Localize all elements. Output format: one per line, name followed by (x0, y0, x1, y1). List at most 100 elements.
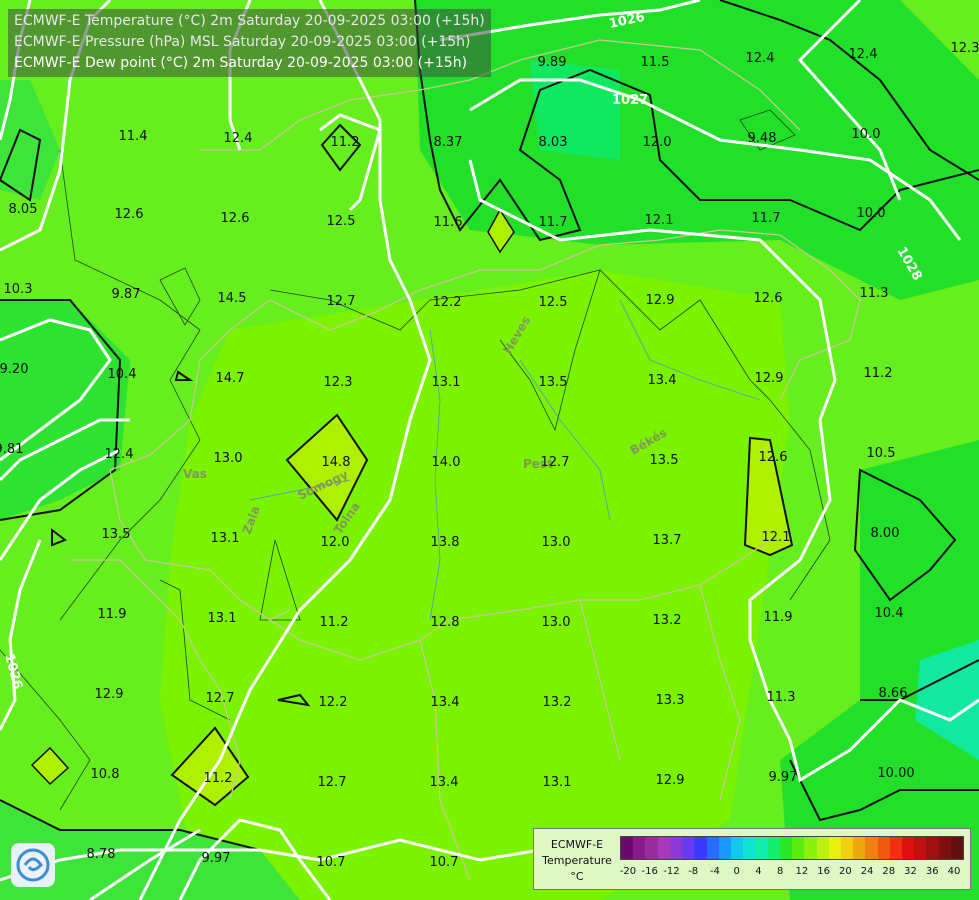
temperature-value-label: 9.81 (0, 442, 23, 457)
temperature-value-label: 12.1 (762, 530, 791, 545)
temperature-value-label: 10.7 (430, 855, 459, 870)
temperature-value-label: 12.7 (327, 294, 356, 309)
temperature-value-label: 11.9 (98, 607, 127, 622)
provider-logo-icon (11, 843, 55, 887)
legend-swatch (828, 837, 841, 859)
temperature-value-label: 12.1 (645, 213, 674, 228)
legend-swatch (682, 837, 695, 859)
temperature-value-label: 13.1 (432, 375, 461, 390)
warm-zone (160, 270, 790, 900)
legend-swatch (792, 837, 805, 859)
temperature-value-label: 12.3 (324, 375, 353, 390)
legend-swatch (804, 837, 817, 859)
legend-swatch (889, 837, 903, 859)
temperature-value-label: 10.8 (91, 767, 120, 782)
temperature-value-label: 10.5 (867, 446, 896, 461)
legend-tick-label: 0 (733, 866, 740, 877)
temperature-value-label: 10.3 (4, 282, 33, 297)
temperature-value-label: 12.9 (656, 773, 685, 788)
temperature-value-label: 13.0 (542, 615, 571, 630)
temperature-value-label: 12.4 (105, 447, 134, 462)
temperature-value-label: 13.8 (431, 535, 460, 550)
temperature-value-label: 8.37 (434, 135, 463, 150)
temperature-value-label: 10.4 (875, 606, 904, 621)
temperature-value-label: 9.48 (748, 131, 777, 146)
temperature-value-label: 9.97 (769, 770, 798, 785)
weather-map: 1026 1027 1028 1026 Heves Pest Békés Vas… (0, 0, 979, 900)
map-info-header: ECMWF-E Temperature (°C) 2m Saturday 20-… (8, 9, 491, 77)
temperature-value-label: 13.3 (656, 693, 685, 708)
temperature-value-label: 8.78 (87, 847, 116, 862)
legend-swatch (779, 837, 793, 859)
temperature-value-label: 12.0 (321, 535, 350, 550)
pressure-title: ECMWF-E Pressure (hPa) MSL Saturday 20-0… (14, 34, 471, 50)
temperature-value-label: 11.7 (752, 211, 781, 226)
legend-swatch (694, 837, 707, 859)
temperature-value-label: 12.4 (224, 131, 253, 146)
temperature-value-label: 12.6 (115, 207, 144, 222)
temperature-value-label: 12.9 (95, 687, 124, 702)
legend-swatch (718, 837, 731, 859)
legend-swatch (755, 837, 768, 859)
temperature-value-label: 11.2 (204, 771, 233, 786)
temperature-value-label: 11.6 (434, 215, 463, 230)
temperature-value-label: 10.00 (877, 766, 914, 781)
legend-tick-label: 16 (817, 866, 830, 877)
temperature-value-label: 11.9 (764, 610, 793, 625)
isobar-label: 1027 (612, 93, 648, 108)
temperature-value-label: 10.4 (108, 367, 137, 382)
temperature-value-label: 14.8 (322, 455, 351, 470)
legend-tick-label: 20 (838, 866, 852, 877)
temperature-value-label: 9.97 (202, 851, 231, 866)
temperature-value-label: 13.5 (102, 527, 131, 542)
temperature-value-label: 9.89 (538, 55, 567, 70)
temperature-value-label: 14.0 (432, 455, 461, 470)
temperature-value-label: 11.2 (320, 615, 349, 630)
temperature-value-label: 11.3 (860, 286, 889, 301)
legend-swatch (706, 837, 719, 859)
legend-tick-label: 8 (776, 866, 784, 877)
temperature-value-label: 13.5 (650, 453, 679, 468)
legend-swatch (767, 837, 780, 859)
legend-tick-label: 36 (925, 866, 939, 877)
legend-tick-label: 32 (904, 866, 917, 877)
color-legend: ECMWF-E Temperature °C -20 -16 -12 -8 -4 0 4 8 1… (533, 828, 971, 890)
temperature-title: ECMWF-E Temperature (°C) 2m Saturday 20-… (14, 13, 485, 29)
temperature-value-label: 13.4 (431, 695, 460, 710)
legend-swatch (657, 837, 670, 859)
region-label: Vas (183, 467, 207, 481)
temperature-value-label: 11.7 (539, 215, 568, 230)
temperature-value-label: 13.0 (214, 451, 243, 466)
temperature-value-label: 12.6 (754, 291, 783, 306)
temperature-value-label: 13.0 (542, 535, 571, 550)
temperature-value-label: 13.4 (430, 775, 459, 790)
legend-tick-label: -12 (663, 866, 680, 877)
legend-swatch (840, 837, 854, 859)
legend-tick-label: 4 (755, 866, 762, 877)
temperature-value-label: 12.2 (319, 695, 348, 710)
temperature-value-label: 12.8 (431, 615, 460, 630)
temperature-value-label: 10.7 (317, 855, 346, 870)
legend-swatch (926, 837, 939, 859)
legend-swatch (645, 837, 658, 859)
legend-swatch (938, 837, 951, 859)
temperature-value-label: 12.4 (746, 51, 775, 66)
temperature-value-label: 12.6 (221, 211, 250, 226)
legend-ticks: -20 -16 -12 -8 -4 0 4 8 12 16 20 24 28 32 36 40 (620, 866, 962, 880)
legend-title: ECMWF-E Temperature °C (542, 838, 612, 883)
temperature-value-label: 10.0 (852, 127, 881, 142)
temperature-value-label: 12.0 (643, 135, 672, 150)
temperature-value-label: 13.2 (653, 613, 682, 628)
temperature-value-label: 13.4 (648, 373, 677, 388)
legend-swatch (853, 837, 866, 859)
legend-tick-label: -16 (641, 866, 658, 877)
legend-swatch (877, 837, 890, 859)
temperature-value-label: 12.3 (951, 41, 979, 56)
temperature-value-label: 12.2 (433, 295, 462, 310)
legend-swatch (816, 837, 829, 859)
legend-swatch (950, 837, 964, 859)
temperature-value-label: 8.00 (871, 526, 900, 541)
legend-swatch (633, 837, 646, 859)
legend-tick-label: -4 (709, 866, 720, 877)
temperature-value-label: 9.87 (112, 287, 141, 302)
